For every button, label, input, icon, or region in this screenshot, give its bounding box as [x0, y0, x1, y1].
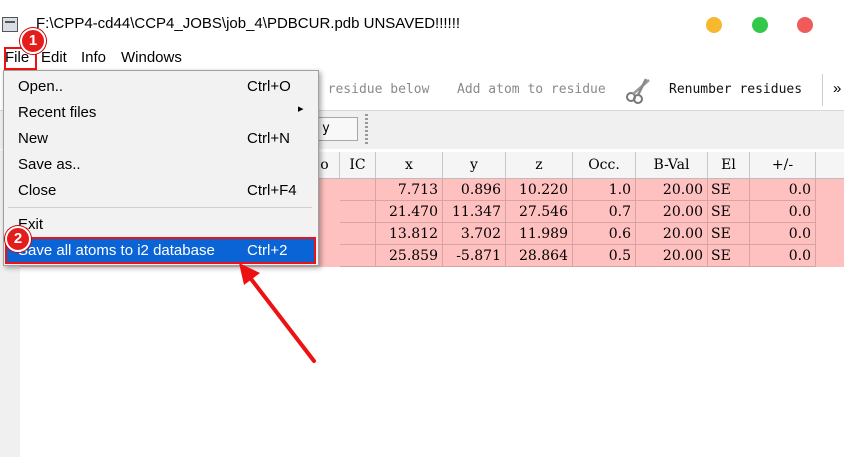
column-header[interactable]: z — [506, 152, 573, 178]
menu-item-recent-files[interactable]: Recent files — [18, 104, 96, 121]
column-header[interactable]: Occ. — [573, 152, 636, 178]
menu-info[interactable]: Info — [81, 49, 106, 66]
table-cell[interactable]: 20.00 — [636, 179, 708, 201]
column-header[interactable]: IC — [340, 152, 376, 178]
table-cell[interactable]: 0.0 — [750, 201, 816, 223]
toolbar-insert-residue-below[interactable]: t residue below — [312, 82, 429, 97]
table-cell[interactable]: 20.00 — [636, 201, 708, 223]
menu-windows[interactable]: Windows — [121, 49, 182, 66]
menu-edit[interactable]: Edit — [41, 49, 67, 66]
table-cell[interactable]: 28.864 — [506, 245, 573, 267]
maximize-button[interactable] — [752, 17, 768, 33]
table-cell[interactable]: 0.5 — [573, 245, 636, 267]
window-title: F:\CPP4-cd44\CCP4_JOBS\job_4\PDBCUR.pdb … — [36, 15, 461, 32]
table-cell[interactable]: 11.989 — [506, 223, 573, 245]
menu-item-open[interactable]: Open.. — [18, 78, 63, 95]
shortcut-new: Ctrl+N — [247, 130, 290, 147]
toolbar-add-atom-to-residue[interactable]: Add atom to residue — [457, 82, 606, 97]
close-button[interactable] — [797, 17, 813, 33]
table-cell[interactable]: 21.470 — [376, 201, 443, 223]
column-header[interactable]: B-Val — [636, 152, 708, 178]
table-cell[interactable]: 1.0 — [573, 179, 636, 201]
column-header[interactable]: El — [708, 152, 750, 178]
menu-item-save-as[interactable]: Save as.. — [18, 156, 81, 173]
shortcut-open: Ctrl+O — [247, 78, 291, 95]
menu-item-close[interactable]: Close — [18, 182, 56, 199]
toolbar-grip[interactable] — [365, 114, 368, 144]
table-cell[interactable]: 0.7 — [573, 201, 636, 223]
table-cell[interactable]: 11.347 — [443, 201, 506, 223]
minimize-button[interactable] — [706, 17, 722, 33]
column-header[interactable]: +/- — [750, 152, 816, 178]
table-cell[interactable]: 0.0 — [750, 179, 816, 201]
column-header[interactable]: y — [443, 152, 506, 178]
table-cell[interactable]: 0.896 — [443, 179, 506, 201]
table-cell — [340, 245, 376, 267]
table-cell[interactable]: SE — [708, 179, 750, 201]
table-cell[interactable]: 25.859 — [376, 245, 443, 267]
toolbar-separator — [822, 74, 823, 106]
table-cell[interactable]: 0.0 — [750, 245, 816, 267]
table-cell[interactable]: 3.702 — [443, 223, 506, 245]
toolbar-overflow-button[interactable]: » — [833, 80, 841, 97]
table-cell[interactable]: 27.546 — [506, 201, 573, 223]
app-icon — [2, 17, 18, 32]
table-cell[interactable]: 13.812 — [376, 223, 443, 245]
table-cell — [340, 223, 376, 245]
table-cell[interactable]: 10.220 — [506, 179, 573, 201]
annotation-badge-1: 1 — [20, 28, 46, 54]
shortcut-close: Ctrl+F4 — [247, 182, 297, 199]
table-cell — [340, 201, 376, 223]
menu-item-new[interactable]: New — [18, 130, 48, 147]
table-cell[interactable]: 7.713 — [376, 179, 443, 201]
table-cell[interactable]: 20.00 — [636, 245, 708, 267]
scissors-icon — [626, 78, 650, 104]
table-cell[interactable]: 0.0 — [750, 223, 816, 245]
table-cell[interactable]: SE — [708, 245, 750, 267]
table-cell[interactable]: SE — [708, 223, 750, 245]
table-cell[interactable]: -5.871 — [443, 245, 506, 267]
table-cell[interactable]: 20.00 — [636, 223, 708, 245]
toolbar-renumber-residues[interactable]: Renumber residues — [669, 82, 802, 97]
table-cell — [340, 179, 376, 201]
submenu-arrow-icon: ▸ — [298, 103, 304, 115]
menu-separator — [8, 207, 312, 208]
table-cell[interactable]: SE — [708, 201, 750, 223]
column-header[interactable]: x — [376, 152, 443, 178]
annotation-arrow — [239, 263, 316, 363]
table-cell[interactable]: 0.6 — [573, 223, 636, 245]
annotation-badge-2: 2 — [5, 226, 31, 252]
